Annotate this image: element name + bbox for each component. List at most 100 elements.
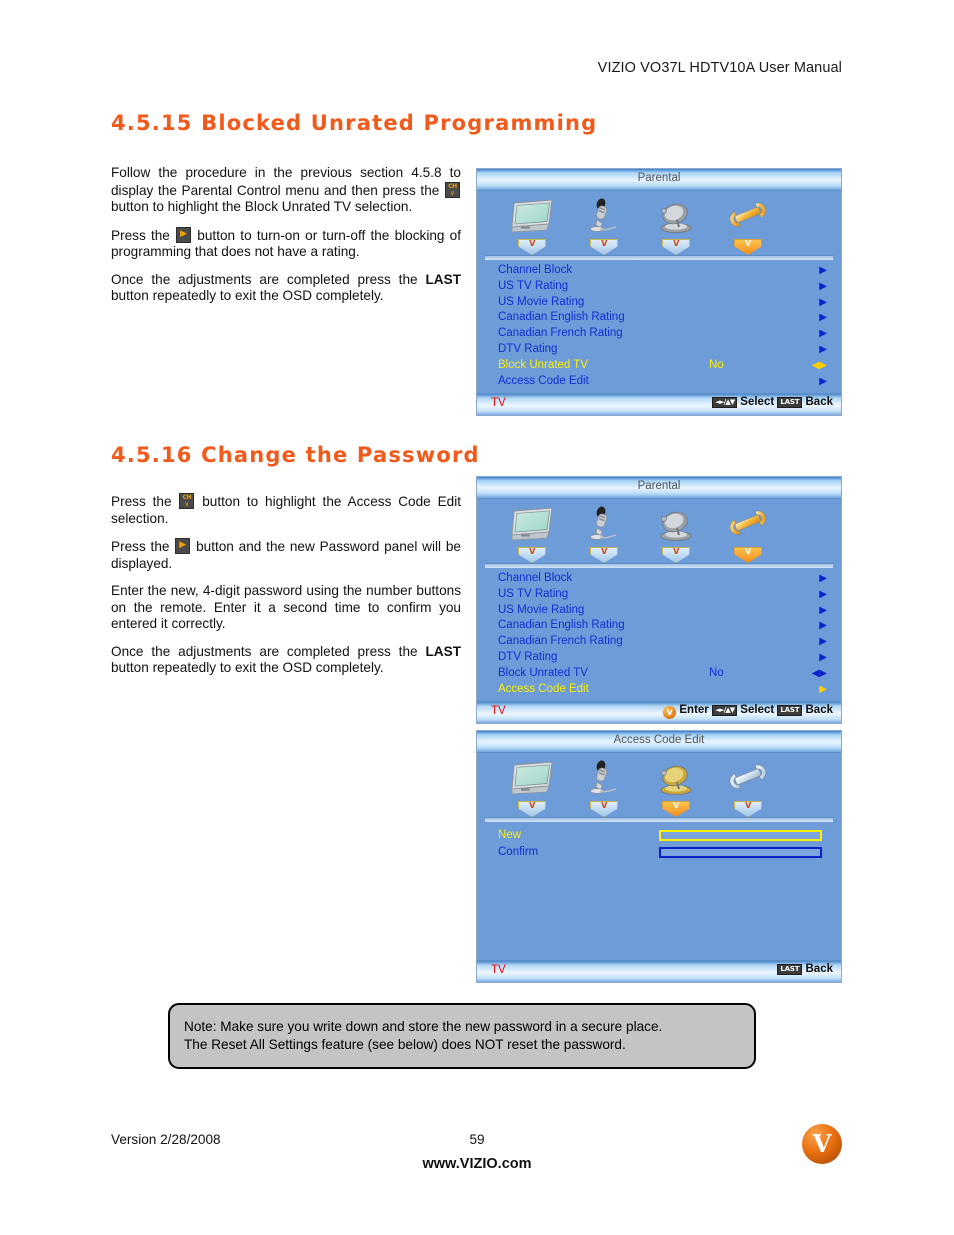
osd-menu-item-label: Channel Block [498,572,573,584]
osd-menu-item[interactable]: Canadian English Rating ▶ [477,619,841,635]
last-key-name: LAST [425,271,462,287]
access-code-input[interactable] [659,847,822,858]
hint-back-label: Back [805,396,834,408]
osd-menu-item-label: Block Unrated TV [498,666,588,679]
paragraph-text: Once the adjustments are completed press… [111,271,418,287]
osd-menu-item[interactable]: Canadian French Rating ▶ [477,635,841,651]
wrench-icon[interactable]: V [717,197,779,255]
paragraph-text: Press the [111,227,170,243]
osd-hints: ◄►/▲▼ Select LAST Back [712,396,833,408]
page-header-title: VIZIO VO37L HDTV10A User Manual [597,60,842,76]
paragraph-text: button repeatedly to exit the OSD comple… [111,288,384,303]
osd-status-bar: TV LAST Back [477,960,841,982]
vizio-tab-marker-icon: V [734,801,762,817]
osd-title: Access Code Edit [613,734,705,746]
left-right-arrow-icon: ◀▶ [811,359,827,371]
osd-status-bar: TV V Enter ◄►/▲▼ Select LAST Back [477,701,841,723]
hint-select-label: Select [740,704,775,716]
tv-monitor-icon[interactable]: V [501,505,563,563]
paragraph-text: Once the adjustments are completed press… [111,643,418,659]
right-arrow-icon: ▶ [819,636,827,648]
osd-menu-item[interactable]: Canadian English Rating ▶ [477,311,841,327]
microphone-icon-art [573,759,635,799]
vizio-tab-marker-icon: V [662,547,690,563]
satellite-dish-icon[interactable]: V [645,505,707,563]
vizio-tab-marker-icon: V [590,547,618,563]
osd-menu-item-label: Canadian French Rating [498,635,623,648]
paragraph-text: button to highlight the Block Unrated TV… [111,199,413,214]
last-key-name: LAST [425,643,462,659]
osd-source-label: TV [491,397,506,409]
satellite-dish-icon[interactable]: V [645,759,707,817]
ch-down-button-icon: CH ∨ [179,493,195,509]
hint-enter-label: Enter [679,704,709,716]
vizio-tab-marker-icon: V [734,239,762,255]
microphone-icon-art [573,505,635,545]
osd-menu-item[interactable]: Block Unrated TV No ◀▶ [477,667,841,683]
wrench-icon-art [717,505,779,545]
osd-menu-item[interactable]: US Movie Rating ▶ [477,604,841,620]
vizio-tab-marker-icon: V [662,239,690,255]
hint-select-label: Select [740,396,775,408]
osd-parental-block-unrated: Parental V V V V Channel Block ▶ US TV Rating… [476,168,842,416]
osd-menu-item[interactable]: Access Code Edit ▶ [477,683,841,699]
access-code-row[interactable]: Confirm [477,846,841,863]
right-arrow-icon: ▶ [819,312,827,324]
osd-menu-item[interactable]: DTV Rating ▶ [477,651,841,667]
last-key-icon: LAST [777,704,803,716]
note-text: Note: Make sure you write down and store… [184,1018,744,1054]
osd-title-bar: Parental [477,169,841,191]
wrench-icon[interactable]: V [717,759,779,817]
osd-menu-item[interactable]: US Movie Rating ▶ [477,296,841,312]
tv-monitor-icon-art [501,759,563,799]
section-4-5-16-body: Press the CH ∨ button to highlight the Ac… [111,493,461,677]
paragraph-text: Press the [111,494,172,509]
vizio-tab-marker-icon: V [518,239,546,255]
right-arrow-icon: ▶ [819,328,827,340]
osd-menu-item[interactable]: Access Code Edit ▶ [477,375,841,391]
osd-menu-item[interactable]: US TV Rating ▶ [477,588,841,604]
paragraph: Once the adjustments are completed press… [111,272,461,305]
satellite-dish-icon[interactable]: V [645,197,707,255]
note-line-1: Note: Make sure you write down and store… [184,1019,663,1034]
tv-monitor-icon[interactable]: V [501,197,563,255]
right-arrow-icon: ▶ [819,683,827,695]
microphone-icon[interactable]: V [573,759,635,817]
right-arrow-button-icon: ▶ [176,226,192,243]
osd-menu-item[interactable]: US TV Rating ▶ [477,280,841,296]
microphone-icon[interactable]: V [573,505,635,563]
right-arrow-icon: ▶ [819,573,827,584]
microphone-icon[interactable]: V [573,197,635,255]
osd-menu-item-label: Block Unrated TV [498,358,588,371]
paragraph-text: button repeatedly to exit the OSD comple… [111,660,384,675]
paragraph: Follow the procedure in the previous sec… [111,165,461,216]
right-arrow-icon: ▶ [819,651,827,663]
osd-title: Parental [637,172,681,184]
osd-menu-item[interactable]: Channel Block ▶ [477,264,841,280]
enter-button-icon: V [663,706,677,719]
osd-menu-item-label: Canadian English Rating [498,311,625,324]
paragraph: Press the CH ∨ button to highlight the Ac… [111,493,461,527]
osd-menu-item[interactable]: Block Unrated TV No ◀▶ [477,359,841,375]
osd-menu-item[interactable]: DTV Rating ▶ [477,343,841,359]
section-heading-4-5-16: 4.5.16 Change the Password [111,443,480,467]
wrench-icon-art [717,759,779,799]
last-key-icon: LAST [777,963,803,975]
access-code-row[interactable]: New [477,829,841,846]
tv-monitor-icon[interactable]: V [501,759,563,817]
right-arrow-icon: ▶ [819,265,827,276]
vizio-tab-marker-icon: V [590,801,618,817]
access-code-input[interactable] [659,830,822,841]
osd-parental-access-code-selected: Parental VVVV Channel Block ▶ US TV Rating… [476,476,842,724]
osd-menu-item[interactable]: Canadian French Rating ▶ [477,327,841,343]
ch-down-button-icon: CH ∨ [444,181,460,198]
wrench-icon[interactable]: V [717,505,779,563]
osd-menu-item[interactable]: Channel Block ▶ [477,572,841,588]
vizio-tab-marker-icon: V [734,547,762,563]
paragraph: Once the adjustments are completed press… [111,644,461,677]
osd-menu-item-value: No [709,358,724,371]
left-right-arrow-icon: ◀▶ [811,667,827,679]
wrench-icon-art [717,197,779,237]
section-heading-4-5-15: 4.5.15 Blocked Unrated Programming [111,111,598,135]
right-arrow-icon: ▶ [819,604,827,616]
